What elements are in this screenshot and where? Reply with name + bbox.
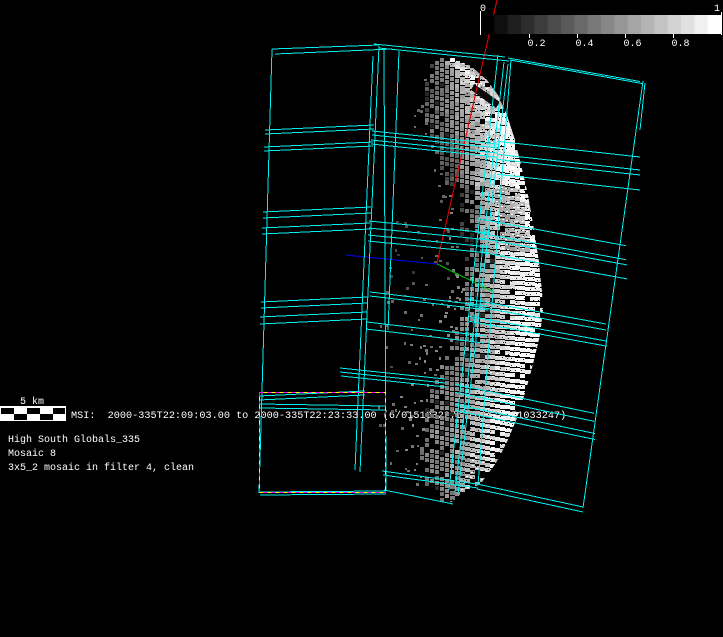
- svg-text:0.8: 0.8: [671, 39, 689, 50]
- svg-text:0: 0: [480, 4, 486, 15]
- svg-text:Mosaic 8: Mosaic 8: [8, 448, 56, 460]
- svg-text:0.6: 0.6: [623, 39, 641, 50]
- svg-text:3x5_2 mosaic in filter 4, clea: 3x5_2 mosaic in filter 4, clean: [8, 462, 194, 474]
- svg-text:5 km: 5 km: [20, 396, 44, 408]
- svg-text:1: 1: [714, 4, 720, 15]
- svg-text:High South Globals_335: High South Globals_335: [8, 434, 140, 446]
- svg-text:0.2: 0.2: [527, 39, 545, 50]
- svg-text:0.4: 0.4: [575, 39, 593, 50]
